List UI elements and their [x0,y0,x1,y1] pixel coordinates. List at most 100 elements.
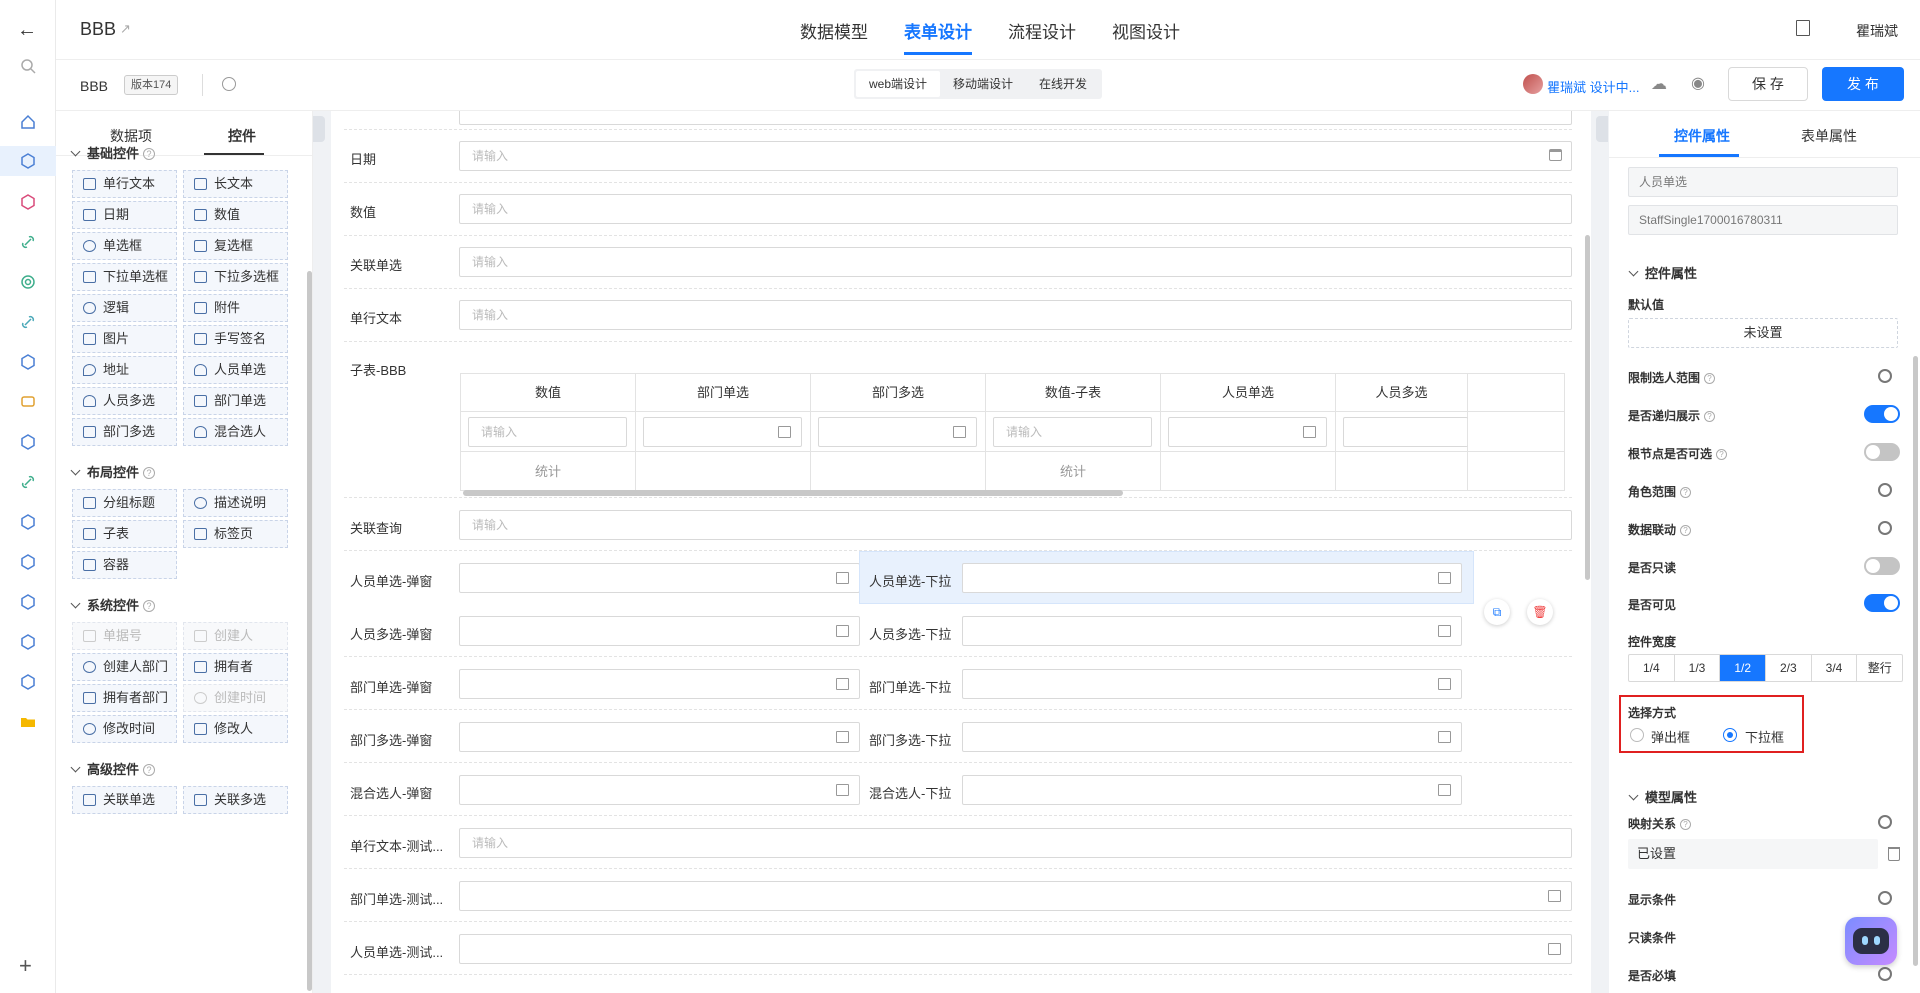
ctrl-staff-multi[interactable]: 人员多选 [72,387,177,415]
cube-icon[interactable] [19,553,37,571]
form-row-text-test[interactable]: 单行文本-测试... 请输入 [344,816,1572,869]
form-row-number[interactable]: 数值 请输入 [344,183,1572,236]
ctrl-number[interactable]: 数值 [183,201,288,229]
dept-input[interactable] [818,417,977,447]
width-option[interactable]: 1/3 [1675,655,1721,681]
ctrl-modifier[interactable]: 修改人 [183,715,288,743]
group-system[interactable]: 系统控件? [70,595,156,614]
trash-icon[interactable] [1888,847,1900,861]
folder-icon[interactable] [19,713,37,731]
help-icon[interactable]: ? [1680,525,1692,536]
form-row-single-text[interactable]: 单行文本 请输入 [344,289,1572,342]
gear-icon[interactable] [1878,369,1892,383]
dept-single-dropdown-input[interactable] [962,669,1462,699]
dept-single-popup-input[interactable] [459,669,860,699]
width-option[interactable]: 2/3 [1766,655,1812,681]
target-icon[interactable] [19,273,37,291]
user-name[interactable]: 瞿瑞斌 [1856,21,1898,41]
external-link-icon[interactable]: ↗ [120,21,131,37]
back-arrow-icon[interactable]: ← [17,19,37,42]
staff-multi-popup-input[interactable] [459,616,860,646]
ctrl-owner-dept[interactable]: 拥有者部门 [72,684,177,712]
dept-multi-dropdown-input[interactable] [962,722,1462,752]
relation-input[interactable]: 请输入 [459,247,1572,277]
staff-input[interactable] [1343,417,1468,447]
width-option[interactable]: 3/4 [1812,655,1858,681]
width-option[interactable]: 整行 [1857,655,1902,681]
form-row-dept-multi[interactable]: 部门多选-弹窗 部门多选-下拉 [344,710,1572,763]
number-input[interactable]: 请输入 [459,194,1572,224]
dept-input[interactable] [643,417,802,447]
group-layout[interactable]: 布局控件? [70,462,156,481]
form-row-date[interactable]: 日期 请输入 [344,130,1572,183]
gear-icon[interactable] [1878,815,1892,829]
calendar-icon[interactable] [1549,149,1562,161]
staff-single-popup-input[interactable] [459,563,860,593]
search-icon[interactable] [19,57,37,75]
ctrl-single-text[interactable]: 单行文本 [72,170,177,198]
section-model-props[interactable]: 模型属性 [1628,787,1697,806]
link-icon[interactable] [19,473,37,491]
text-input[interactable] [459,111,1572,125]
root-select-toggle[interactable] [1864,443,1900,461]
ctrl-container[interactable]: 容器 [72,551,177,579]
gear-icon[interactable] [1878,483,1892,497]
tab-form-props[interactable]: 表单属性 [1801,126,1857,146]
cube-icon[interactable] [19,633,37,651]
form-row-mixed[interactable]: 混合选人-弹窗 混合选人-下拉 [344,763,1572,816]
ctrl-image[interactable]: 图片 [72,325,177,353]
ctrl-address[interactable]: 地址 [72,356,177,384]
collapse-left-handle[interactable] [313,116,325,142]
ctrl-dept-single[interactable]: 部门单选 [183,387,288,415]
cube-icon[interactable] [19,433,37,451]
online-user-status[interactable]: 瞿瑞斌 设计中... [1547,77,1639,96]
form-row-staff-single[interactable]: 人员单选-弹窗 人员单选-下拉 [344,551,1572,604]
default-value-setter[interactable]: 未设置 [1628,318,1898,348]
mode-mobile[interactable]: 移动端设计 [940,71,1026,97]
chat-icon[interactable] [19,393,37,411]
staff-multi-dropdown-input[interactable] [962,616,1462,646]
help-icon[interactable]: ? [143,467,156,479]
width-option[interactable]: 1/2 [1720,655,1767,681]
eye-icon[interactable]: ◉ [1691,73,1705,93]
cube-icon[interactable] [19,673,37,691]
ctrl-mixed-select[interactable]: 混合选人 [183,418,288,446]
help-icon[interactable]: ? [1704,373,1716,384]
form-row-staff-multi[interactable]: 人员多选-弹窗 人员多选-下拉 [344,604,1572,657]
help-icon[interactable]: ? [1680,487,1692,498]
tab-data-model[interactable]: 数据模型 [800,18,868,43]
radio-popup[interactable] [1630,728,1644,742]
ctrl-creator-dept[interactable]: 创建人部门 [72,653,177,681]
help-icon[interactable]: ? [1704,411,1716,422]
date-input[interactable]: 请输入 [459,141,1572,171]
ctrl-description[interactable]: 描述说明 [183,489,288,517]
number-input[interactable]: 请输入 [993,417,1152,447]
ctrl-tabs[interactable]: 标签页 [183,520,288,548]
text-input[interactable]: 请输入 [459,828,1572,858]
publish-button[interactable]: 发 布 [1822,67,1904,101]
ctrl-date[interactable]: 日期 [72,201,177,229]
collapse-right-handle[interactable] [1596,116,1608,142]
ctrl-checkbox[interactable]: 复选框 [183,232,288,260]
ctrl-rel-single[interactable]: 关联单选 [72,786,177,814]
ctrl-signature[interactable]: 手写签名 [183,325,288,353]
home-icon[interactable] [19,113,37,131]
cube-icon[interactable] [19,593,37,611]
form-row-dept-single[interactable]: 部门单选-弹窗 部门单选-下拉 [344,657,1572,710]
tab-flow-design[interactable]: 流程设计 [1008,18,1076,43]
ctrl-long-text[interactable]: 长文本 [183,170,288,198]
gear-icon[interactable] [1878,891,1892,905]
radio-popup-label[interactable]: 弹出框 [1651,727,1690,746]
ctrl-dept-multi[interactable]: 部门多选 [72,418,177,446]
form-row[interactable] [344,111,1572,130]
properties-scrollbar[interactable] [1913,356,1918,966]
help-icon[interactable]: ? [1716,449,1728,460]
recursive-toggle[interactable] [1864,405,1900,423]
tab-form-design[interactable]: 表单设计 [904,18,972,43]
group-advanced[interactable]: 高级控件? [70,759,156,778]
mode-web[interactable]: web端设计 [856,71,941,97]
cloud-upload-icon[interactable]: ☁ [1651,74,1667,94]
cube-icon[interactable] [19,193,37,211]
number-input[interactable]: 请输入 [468,417,627,447]
width-option[interactable]: 1/4 [1629,655,1675,681]
